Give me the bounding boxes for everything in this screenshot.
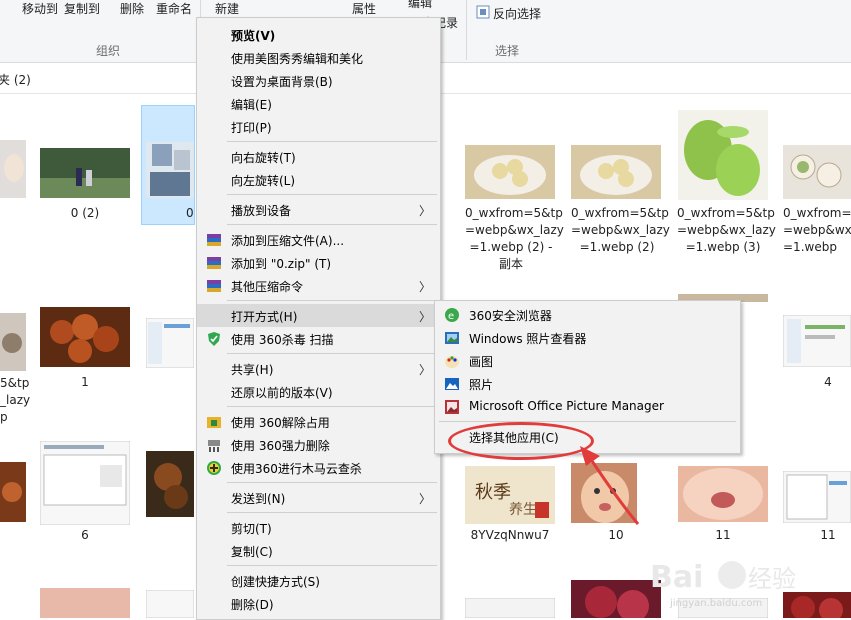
menu-item-other-compress[interactable]: 其他压缩命令〉	[197, 274, 440, 297]
picture-manager-icon	[444, 399, 460, 415]
menu-item-cast-to-device[interactable]: 播放到设备〉	[197, 198, 440, 221]
annotation-arrow-icon	[580, 446, 640, 525]
open-with-photos[interactable]: 照片	[435, 372, 740, 395]
file-caption: 1	[81, 375, 89, 389]
menu-item-360-trojan-scan[interactable]: 使用360进行木马云查杀	[197, 456, 440, 479]
open-with-office-picture-manager[interactable]: Microsoft Office Picture Manager	[435, 395, 740, 418]
submenu-arrow-icon: 〉	[418, 492, 431, 506]
file-caption: 8YVzqNnwu7	[470, 528, 550, 542]
svg-text:秋季: 秋季	[475, 482, 511, 503]
shredder-icon	[206, 437, 222, 453]
menu-item-rotate-right[interactable]: 向右旋转(T)	[197, 145, 440, 168]
paint-icon	[444, 353, 460, 369]
new-button[interactable]: 新建	[215, 0, 239, 17]
menu-item-meitu[interactable]: 使用美图秀秀编辑和美化	[197, 46, 440, 69]
file-caption: 4	[824, 375, 832, 389]
file-caption: 0	[186, 206, 194, 220]
winrar-icon	[206, 278, 222, 294]
submenu-arrow-icon: 〉	[418, 204, 431, 218]
shield-icon	[206, 331, 222, 347]
group-organize-label: 组织	[96, 44, 121, 58]
delete-button[interactable]: 删除	[120, 0, 144, 17]
winrar-icon	[206, 255, 222, 271]
360-browser-icon: e	[444, 307, 460, 323]
submenu-arrow-icon: 〉	[418, 310, 431, 324]
file-caption: 0_wxfrom=5&tp =webp&wx_lazy =1.webp (2)	[571, 206, 670, 254]
file-caption: 0_wxfrom=5&tp =webp&wx_lazy =1.webp (3)	[677, 206, 776, 254]
menu-item-rotate-left[interactable]: 向左旋转(L)	[197, 168, 440, 191]
menu-item-copy[interactable]: 复制(C)	[197, 539, 440, 562]
menu-item-360-force-delete[interactable]: 使用 360强力删除	[197, 433, 440, 456]
file-caption: 6	[81, 528, 89, 542]
file-caption: 0_wxfrom=5&tp =webp&wx_lazy =1.webp (2) …	[465, 206, 564, 271]
unlock-file-icon	[206, 414, 222, 430]
menu-item-cut[interactable]: 剪切(T)	[197, 516, 440, 539]
rename-button[interactable]: 重命名	[156, 0, 192, 17]
file-caption: 0 (2)	[70, 206, 100, 220]
menu-item-add-to-zip[interactable]: 添加到 "0.zip" (T)	[197, 251, 440, 274]
menu-item-print[interactable]: 打印(P)	[197, 115, 440, 138]
file-caption: 11	[715, 528, 731, 542]
menu-item-delete[interactable]: 删除(D)	[197, 592, 440, 615]
context-menu: 预览(V) 使用美图秀秀编辑和美化 设置为桌面背景(B) 编辑(E) 打印(P)…	[196, 17, 441, 620]
edit-button[interactable]: 编辑	[408, 0, 432, 11]
menu-item-set-wallpaper[interactable]: 设置为桌面背景(B)	[197, 69, 440, 92]
svg-text:养生: 养生	[509, 502, 537, 518]
address-text: 夹 (2)	[0, 73, 31, 87]
svg-text:e: e	[448, 311, 454, 322]
menu-item-send-to[interactable]: 发送到(N) 〉	[197, 486, 440, 509]
menu-item-edit[interactable]: 编辑(E)	[197, 92, 440, 115]
properties-button[interactable]: 属性	[352, 0, 376, 17]
photos-icon	[444, 376, 460, 392]
menu-item-share[interactable]: 共享(H) 〉	[197, 357, 440, 380]
watermark-url: jingyan.baidu.com	[670, 598, 763, 609]
360-plus-icon	[206, 460, 222, 476]
menu-item-add-to-archive[interactable]: 添加到压缩文件(A)...	[197, 228, 440, 251]
menu-item-360-unlock[interactable]: 使用 360解除占用	[197, 410, 440, 433]
menu-item-open-with[interactable]: 打开方式(H) 〉	[197, 304, 440, 327]
submenu-arrow-icon: 〉	[418, 363, 431, 377]
move-to-button[interactable]: 移动到	[22, 0, 58, 17]
winrar-icon	[206, 232, 222, 248]
copy-to-button[interactable]: 复制到	[64, 0, 100, 17]
file-caption: 5&tp _lazy p	[0, 376, 31, 424]
menu-item-create-shortcut[interactable]: 创建快捷方式(S)	[197, 569, 440, 592]
invert-selection-icon	[476, 5, 490, 19]
group-select-label: 选择	[495, 44, 520, 58]
menu-item-restore-versions[interactable]: 还原以前的版本(V)	[197, 380, 440, 403]
submenu-arrow-icon: 〉	[418, 280, 431, 294]
invert-selection-button[interactable]: 反向选择	[493, 5, 541, 22]
photo-viewer-icon	[444, 330, 460, 346]
open-with-paint[interactable]: 画图	[435, 349, 740, 372]
svg-text:Bai: Bai	[650, 560, 703, 595]
menu-item-preview[interactable]: 预览(V)	[197, 23, 440, 46]
menu-item-360-scan[interactable]: 使用 360杀毒 扫描	[197, 327, 440, 350]
svg-text:经验: 经验	[748, 565, 796, 593]
file-caption: 11	[820, 528, 836, 542]
open-with-360-browser[interactable]: e 360安全浏览器	[435, 303, 740, 326]
open-with-photo-viewer[interactable]: Windows 照片查看器	[435, 326, 740, 349]
file-caption: 0_wxfrom=5 =webp&wx =1.webp	[783, 206, 851, 254]
